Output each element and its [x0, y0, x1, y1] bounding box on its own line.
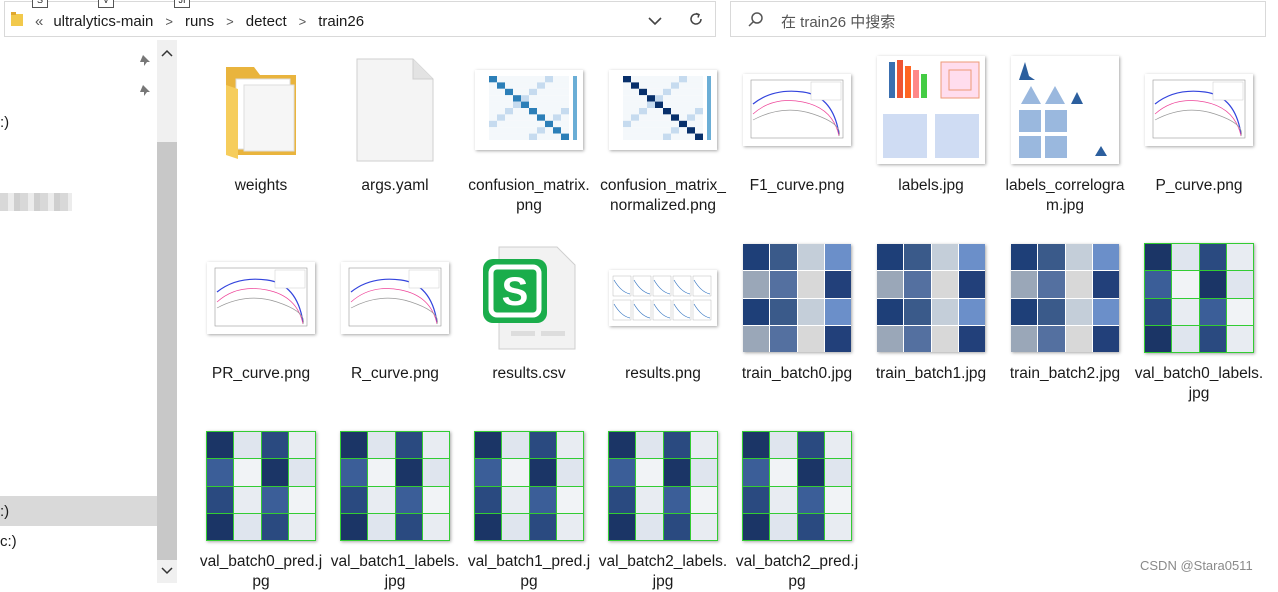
file-name[interactable]: val_batch0_labels.jpg — [1134, 364, 1264, 404]
chevron-down-icon[interactable] — [645, 11, 665, 31]
nav-item[interactable]: :) — [0, 114, 9, 131]
file-thumbnail[interactable] — [196, 238, 326, 358]
file-thumbnail[interactable] — [732, 238, 862, 358]
nav-item[interactable]: :) — [0, 503, 9, 520]
file-name[interactable]: PR_curve.png — [196, 364, 326, 384]
scroll-down-icon[interactable] — [161, 566, 173, 576]
file-name[interactable]: weights — [196, 176, 326, 196]
val-batch-thumbnail — [206, 431, 316, 541]
file-name[interactable]: val_batch2_labels.jpg — [598, 552, 728, 592]
breadcrumb-item[interactable]: detect — [246, 13, 287, 30]
val-batch-thumbnail — [1144, 243, 1254, 353]
file-name[interactable]: labels.jpg — [866, 176, 996, 196]
curve-plot-thumbnail — [207, 262, 315, 334]
file-thumbnail[interactable] — [1134, 238, 1264, 358]
pin-icon[interactable] — [138, 84, 152, 98]
overflow-chevron[interactable]: « — [35, 13, 43, 30]
curve-plot-thumbnail — [1145, 74, 1253, 146]
navigation-pane: :) :) c:) — [0, 40, 178, 583]
refresh-button[interactable] — [676, 1, 716, 37]
file-name[interactable]: train_batch0.jpg — [732, 364, 862, 384]
pin-icon[interactable] — [138, 54, 152, 68]
chevron-right-icon[interactable]: > — [299, 14, 307, 29]
file-name[interactable]: val_batch1_labels.jpg — [330, 552, 460, 592]
folder-icon — [226, 67, 296, 159]
file-thumbnail[interactable] — [732, 50, 862, 170]
watermark: CSDN @Stara0511 — [1140, 558, 1253, 573]
file-name[interactable]: val_batch0_pred.jpg — [196, 552, 326, 592]
file-thumbnail[interactable] — [196, 426, 326, 546]
file-thumbnail[interactable] — [732, 426, 862, 546]
file-thumbnail[interactable] — [598, 426, 728, 546]
file-name[interactable]: results.csv — [464, 364, 594, 384]
breadcrumb-item[interactable]: runs — [185, 13, 214, 30]
val-batch-thumbnail — [742, 431, 852, 541]
search-box[interactable]: 在 train26 中搜索 — [730, 1, 1266, 37]
file-name[interactable]: R_curve.png — [330, 364, 460, 384]
svg-text:S: S — [502, 270, 529, 314]
key-tip: V — [98, 0, 114, 8]
batch-thumbnail — [743, 244, 851, 352]
chevron-right-icon[interactable]: > — [165, 14, 173, 29]
file-grid: weights args.yaml confusion_matrix.png c… — [196, 50, 1278, 590]
val-batch-thumbnail — [474, 431, 584, 541]
file-thumbnail[interactable] — [464, 50, 594, 170]
file-thumbnail[interactable] — [866, 238, 996, 358]
file-name[interactable]: results.png — [598, 364, 728, 384]
file-thumbnail[interactable] — [330, 238, 460, 358]
search-icon — [748, 12, 763, 27]
folder-icon — [11, 12, 23, 26]
file-thumbnail[interactable] — [598, 50, 728, 170]
nav-item[interactable]: c:) — [0, 533, 17, 550]
spreadsheet-icon: S — [483, 246, 576, 350]
file-thumbnail[interactable] — [330, 50, 460, 170]
file-thumbnail[interactable] — [196, 50, 326, 170]
val-batch-thumbnail — [608, 431, 718, 541]
file-thumbnail[interactable] — [866, 50, 996, 170]
toolbar: « ultralytics-main > runs > detect > tra… — [0, 0, 1278, 40]
file-name[interactable]: labels_correlogram.jpg — [1000, 176, 1130, 216]
val-batch-thumbnail — [340, 431, 450, 541]
correlogram-thumbnail — [1011, 56, 1119, 164]
file-name[interactable]: train_batch1.jpg — [866, 364, 996, 384]
breadcrumb-item[interactable]: train26 — [318, 13, 364, 30]
search-placeholder: 在 train26 中搜索 — [781, 14, 896, 31]
file-name[interactable]: val_batch2_pred.jpg — [732, 552, 862, 592]
refresh-icon — [689, 12, 702, 25]
file-name[interactable]: confusion_matrix_normalized.png — [598, 176, 728, 216]
confusion-matrix-thumbnail — [475, 70, 583, 150]
file-name[interactable]: train_batch2.jpg — [1000, 364, 1130, 384]
batch-thumbnail — [1011, 244, 1119, 352]
curve-plot-thumbnail — [743, 74, 851, 146]
curve-plot-thumbnail — [341, 262, 449, 334]
results-thumbnail — [609, 270, 717, 326]
labels-thumbnail — [877, 56, 985, 164]
file-name[interactable]: val_batch1_pred.jpg — [464, 552, 594, 592]
file-thumbnail[interactable] — [1000, 238, 1130, 358]
blurred-nav-item[interactable] — [0, 193, 72, 211]
document-icon — [356, 58, 434, 162]
file-thumbnail[interactable] — [464, 426, 594, 546]
file-thumbnail[interactable] — [598, 238, 728, 358]
key-tip: S — [32, 0, 48, 8]
scrollbar-thumb[interactable] — [157, 142, 177, 560]
chevron-right-icon[interactable]: > — [226, 14, 234, 29]
file-thumbnail[interactable] — [330, 426, 460, 546]
nav-scrollbar[interactable] — [157, 40, 177, 583]
file-thumbnail[interactable]: S — [464, 238, 594, 358]
confusion-matrix-thumbnail — [609, 70, 717, 150]
file-name[interactable]: args.yaml — [330, 176, 460, 196]
file-name[interactable]: F1_curve.png — [732, 176, 862, 196]
file-thumbnail[interactable] — [1134, 50, 1264, 170]
batch-thumbnail — [877, 244, 985, 352]
scroll-up-icon[interactable] — [161, 48, 173, 58]
file-name[interactable]: confusion_matrix.png — [464, 176, 594, 216]
key-tip: JI — [174, 0, 190, 8]
file-name[interactable]: P_curve.png — [1134, 176, 1264, 196]
nav-item-selected[interactable] — [0, 496, 157, 526]
file-thumbnail[interactable] — [1000, 50, 1130, 170]
breadcrumb-item[interactable]: ultralytics-main — [53, 13, 153, 30]
